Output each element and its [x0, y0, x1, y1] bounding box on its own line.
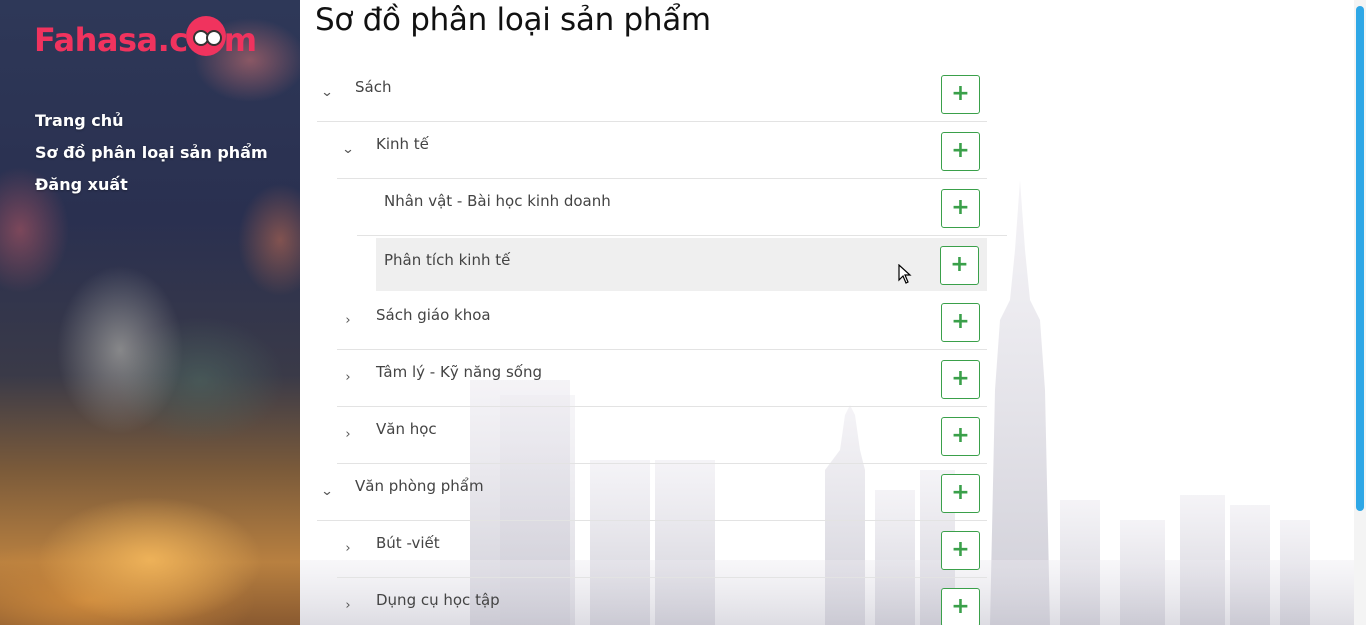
sidebar-nav: Trang chủ Sơ đồ phân loại sản phẩm Đăng … [35, 110, 268, 206]
chevron-down-icon[interactable]: ⌄ [317, 484, 336, 500]
tree-node-label[interactable]: Sách [355, 78, 391, 96]
chevron-down-icon[interactable]: ⌄ [338, 142, 357, 158]
tree-node-label[interactable]: Dụng cụ học tập [376, 591, 500, 609]
nav-item-logout[interactable]: Đăng xuất [35, 174, 268, 206]
add-child-button[interactable]: + [940, 246, 979, 285]
tree-node-label[interactable]: Tâm lý - Kỹ năng sống [376, 363, 542, 381]
fahasa-logo[interactable]: Fahasa.c m [34, 16, 257, 62]
tree-node[interactable]: › Bút -viết + [337, 521, 987, 578]
chevron-right-icon[interactable]: › [340, 370, 356, 386]
tree-node[interactable]: Nhân vật - Bài học kinh doanh + [357, 179, 1007, 236]
tree-node[interactable]: ⌄ Văn phòng phẩm + [317, 464, 987, 521]
sidebar: Fahasa.c m Trang chủ Sơ đồ phân loại sản … [0, 0, 300, 625]
add-child-button[interactable]: + [941, 474, 980, 513]
tree-node[interactable]: ⌄ Sách + [317, 65, 987, 122]
add-child-button[interactable]: + [941, 531, 980, 570]
tree-node-label[interactable]: Sách giáo khoa [376, 306, 491, 324]
tree-node[interactable]: › Dụng cụ học tập + [337, 578, 987, 625]
logo-text-left: Fahasa.c [34, 21, 188, 59]
tree-node-label[interactable]: Phân tích kinh tế [384, 251, 510, 269]
tree-node[interactable]: › Văn học + [337, 407, 987, 464]
tree-node-label[interactable]: Văn phòng phẩm [355, 477, 484, 495]
nav-item-home[interactable]: Trang chủ [35, 110, 268, 142]
nav-item-category-tree[interactable]: Sơ đồ phân loại sản phẩm [35, 142, 268, 174]
chevron-right-icon[interactable]: › [340, 313, 356, 329]
tree-node-highlighted[interactable]: Phân tích kinh tế + [376, 238, 987, 291]
add-child-button[interactable]: + [941, 588, 980, 625]
chevron-right-icon[interactable]: › [340, 427, 356, 443]
tree-node[interactable]: ⌄ Kinh tế + [337, 122, 987, 179]
chevron-right-icon[interactable]: › [340, 598, 356, 614]
scrollbar-thumb[interactable] [1356, 6, 1364, 511]
mouse-pointer-icon [898, 264, 912, 284]
add-child-button[interactable]: + [941, 417, 980, 456]
add-child-button[interactable]: + [941, 132, 980, 171]
main-content: Sơ đồ phân loại sản phẩm ⌄ Sách + ⌄ Kinh… [300, 0, 1354, 625]
add-child-button[interactable]: + [941, 189, 980, 228]
tree-node[interactable]: › Sách giáo khoa + [337, 293, 987, 350]
logo-text-right: m [223, 21, 257, 59]
add-child-button[interactable]: + [941, 303, 980, 342]
chevron-right-icon[interactable]: › [340, 541, 356, 557]
add-child-button[interactable]: + [941, 75, 980, 114]
page-title: Sơ đồ phân loại sản phẩm [315, 2, 711, 38]
chevron-down-icon[interactable]: ⌄ [317, 85, 336, 101]
tree-node-label[interactable]: Văn học [376, 420, 437, 438]
category-tree: ⌄ Sách + ⌄ Kinh tế + Nhân vật - Bài học … [317, 65, 1007, 625]
vertical-scrollbar[interactable] [1354, 0, 1366, 625]
tree-node-label[interactable]: Bút -viết [376, 534, 440, 552]
owl-mascot-icon [185, 16, 226, 56]
tree-node-label[interactable]: Kinh tế [376, 135, 429, 153]
tree-node[interactable]: › Tâm lý - Kỹ năng sống + [337, 350, 987, 407]
add-child-button[interactable]: + [941, 360, 980, 399]
tree-node-label[interactable]: Nhân vật - Bài học kinh doanh [384, 192, 611, 210]
